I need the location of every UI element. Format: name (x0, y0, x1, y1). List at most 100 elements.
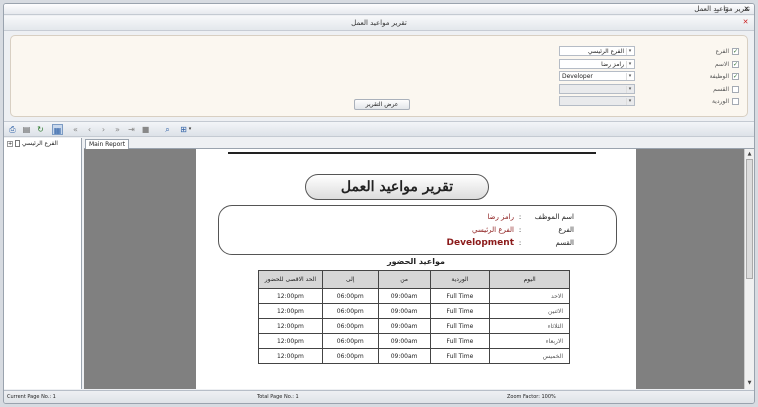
info-value: الفرع الرئيسي (472, 226, 514, 234)
filter-name-check[interactable]: ✓ الاسم (715, 59, 739, 70)
info-value: Development (446, 238, 514, 248)
zoom-dropdown-icon[interactable]: ▾ (187, 124, 193, 135)
chevron-down-icon[interactable]: ▾ (626, 86, 633, 93)
tab-main-report[interactable]: Main Report (85, 139, 129, 149)
page-top-rule (228, 152, 596, 154)
checkbox-icon[interactable] (732, 98, 739, 105)
table-cell: 09:00am (377, 318, 431, 334)
export-icon[interactable]: ⎙ (7, 124, 18, 135)
table-cell: 09:00am (377, 303, 431, 319)
checkbox-icon[interactable]: ✓ (732, 73, 739, 80)
viewer-toolbar: ⎙ ▤ ↻ ▦ « ‹ › » ⇥ ■ ⌕ ⊞ ▾ (4, 121, 754, 137)
tab-close-icon[interactable]: ✕ (741, 18, 750, 27)
shift-combo[interactable]: ▾ (559, 96, 635, 106)
expand-icon[interactable]: + (7, 140, 13, 147)
table-cell: الاربعاء (489, 333, 570, 349)
table-cell: الخميس (489, 348, 570, 364)
table-cell: 09:00am (377, 288, 431, 304)
scrollbar-thumb[interactable] (746, 159, 753, 279)
last-page-icon[interactable]: » (112, 124, 123, 135)
column-header: الحد الاقصى للحضور (258, 270, 323, 289)
job-combo[interactable]: Developer ▾ (559, 71, 635, 81)
scroll-down-icon[interactable]: ▼ (746, 379, 753, 387)
table-cell: Full Time (429, 318, 491, 334)
go-to-page-icon[interactable]: ⇥ (126, 124, 137, 135)
table-cell: 12:00pm (258, 348, 323, 364)
show-report-button[interactable]: عرض التقرير (354, 99, 410, 110)
report-tabs: Main Report (84, 138, 754, 149)
info-colon: : (518, 213, 522, 221)
chevron-down-icon[interactable]: ▾ (626, 98, 633, 105)
group-tree: + الفرع الرئيسي (4, 138, 82, 389)
job-combo-value: Developer (562, 73, 593, 80)
refresh-icon[interactable]: ↻ (35, 124, 46, 135)
filter-job-check[interactable]: ✓ الوظيفة (710, 71, 739, 82)
info-row-department: القسم : Development (447, 237, 574, 249)
filter-branch-check[interactable]: ✓ الفرع (716, 46, 739, 57)
tree-node-root[interactable]: + الفرع الرئيسي (7, 140, 58, 147)
chevron-down-icon[interactable]: ▾ (626, 73, 633, 80)
column-header: الوردية (429, 270, 491, 289)
title-bar: _ ▫ ✕ تقرير مواعيد العمل (4, 4, 754, 15)
table-cell: Full Time (429, 333, 491, 349)
search-icon[interactable]: ⌕ (162, 124, 173, 135)
table-cell: 06:00pm (321, 303, 379, 319)
info-row-branch: الفرع : الفرع الرئيسي (472, 224, 574, 236)
checkbox-label: القسم (713, 86, 729, 93)
checkbox-icon[interactable]: ✓ (732, 61, 739, 68)
info-label: الفرع (558, 226, 574, 234)
document-tab-title[interactable]: تقرير مواعيد العمل (4, 19, 754, 27)
branch-combo-value: الفرع الرئيسي (588, 48, 624, 55)
total-page-status: Total Page No.: 1 (257, 394, 299, 400)
table-cell: 12:00pm (258, 303, 323, 319)
column-header: اليوم (489, 270, 570, 289)
branch-combo[interactable]: الفرع الرئيسي ▾ (559, 46, 635, 56)
status-bar: Current Page No.: 1 Total Page No.: 1 Zo… (4, 390, 754, 403)
info-colon: : (518, 226, 522, 234)
table-cell: 06:00pm (321, 333, 379, 349)
column-header: إلى (321, 270, 379, 289)
table-cell: 09:00am (377, 333, 431, 349)
department-combo[interactable]: ▾ (559, 84, 635, 94)
table-cell: الثلاثاء (489, 318, 570, 334)
report-window: _ ▫ ✕ تقرير مواعيد العمل تقرير مواعيد ال… (3, 3, 755, 404)
table-header-row: اليوم الوردية من إلى الحد الاقصى للحضور (258, 270, 570, 289)
vertical-scrollbar[interactable]: ▲ ▼ (744, 149, 754, 389)
table-cell: Full Time (429, 348, 491, 364)
info-value: رامز رضا (487, 213, 514, 221)
table-cell: 09:00am (377, 348, 431, 364)
tree-node-label: الفرع الرئيسي (22, 140, 58, 147)
checkbox-icon[interactable] (732, 86, 739, 93)
table-cell: Full Time (429, 288, 491, 304)
table-cell: 06:00pm (321, 348, 379, 364)
report-page: تقرير مواعيد العمل اسم الموظف : رامز رضا… (196, 149, 636, 389)
document-tab-bar: تقرير مواعيد العمل ✕ (4, 16, 754, 31)
employee-info-box: اسم الموظف : رامز رضا الفرع : الفرع الرئ… (218, 205, 617, 255)
print-icon[interactable]: ▤ (21, 124, 32, 135)
next-page-icon[interactable]: › (98, 124, 109, 135)
checkbox-icon[interactable]: ✓ (732, 48, 739, 55)
table-row: الاثنين Full Time 09:00am 06:00pm 12:00p… (258, 303, 570, 319)
employee-combo[interactable]: رامز رضا ▾ (559, 59, 635, 69)
checkbox-label: الاسم (714, 61, 729, 68)
stop-icon[interactable]: ■ (140, 124, 151, 135)
previous-page-icon[interactable]: ‹ (84, 124, 95, 135)
chevron-down-icon[interactable]: ▾ (626, 61, 633, 68)
scroll-up-icon[interactable]: ▲ (746, 150, 753, 158)
document-icon (15, 140, 20, 147)
report-viewer: تقرير مواعيد العمل اسم الموظف : رامز رضا… (84, 149, 744, 389)
table-cell: Full Time (429, 303, 491, 319)
table-cell: 12:00pm (258, 333, 323, 349)
first-page-icon[interactable]: « (70, 124, 81, 135)
current-page-status: Current Page No.: 1 (7, 394, 56, 400)
toggle-tree-icon[interactable]: ▦ (52, 124, 63, 135)
filter-shift-check[interactable]: الوردية (712, 96, 739, 107)
filter-department-check[interactable]: القسم (713, 84, 739, 95)
column-header: من (377, 270, 431, 289)
checkbox-label: الفرع (715, 48, 729, 55)
filter-panel: ✓ الفرع ✓ الاسم ✓ الوظيفة القسم الوردية الف… (10, 35, 748, 117)
window-title: تقرير مواعيد العمل (694, 5, 750, 13)
info-colon: : (518, 239, 522, 247)
info-label: اسم الموظف (534, 213, 574, 221)
chevron-down-icon[interactable]: ▾ (626, 48, 633, 55)
